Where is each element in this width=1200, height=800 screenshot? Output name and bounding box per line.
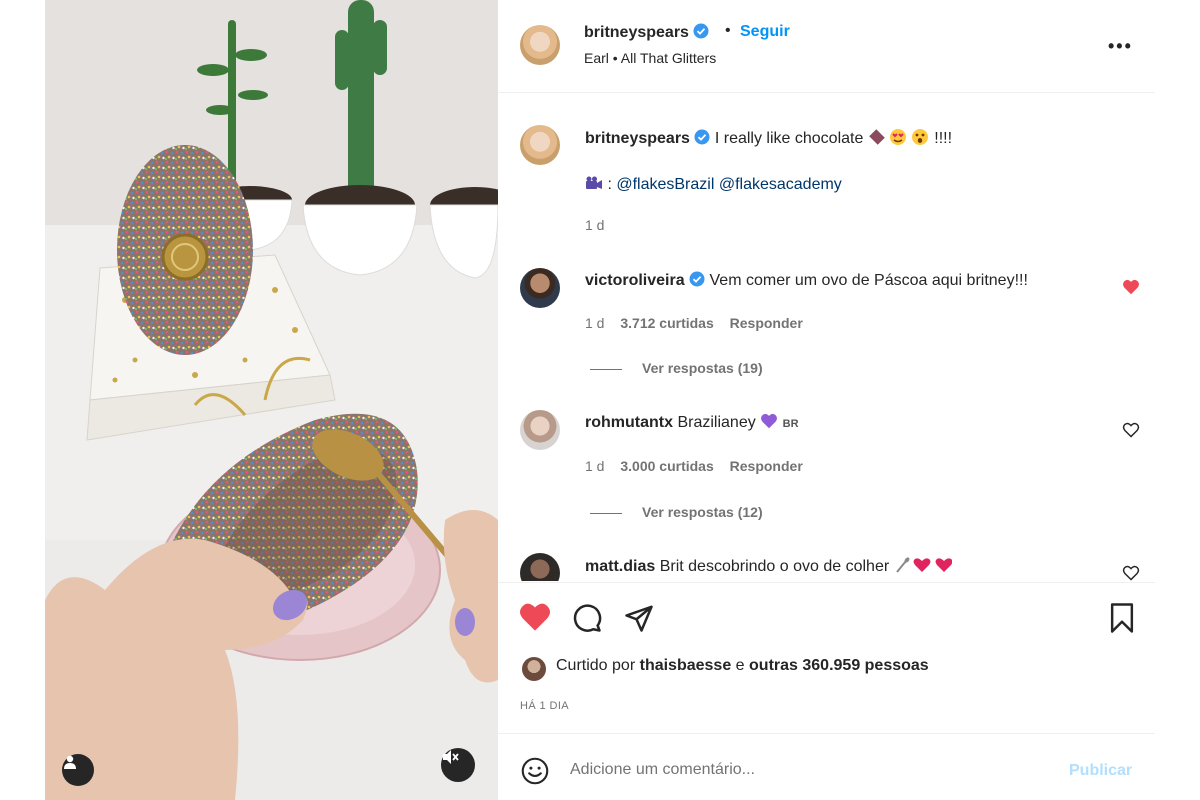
comment-avatar[interactable] — [520, 410, 560, 450]
comment-meta: 1 d 3.000 curtidas Responder — [585, 458, 815, 474]
mute-icon — [443, 750, 459, 764]
comment-time[interactable]: 1 d — [585, 458, 604, 474]
country-badge: BR — [782, 418, 799, 430]
comment-text: Brazilianey — [677, 414, 756, 431]
share-icon[interactable] — [624, 603, 654, 633]
comment: rohmutantx Brazilianey BR — [585, 413, 799, 432]
caption-emojis — [869, 129, 928, 145]
post-details-panel: britneyspears • Seguir Earl • All That G… — [498, 0, 1155, 800]
author-username-text[interactable]: britneyspears — [584, 24, 689, 41]
comment-input[interactable] — [570, 757, 1050, 783]
comment-username[interactable]: rohmutantx — [585, 414, 673, 431]
caption-exclamations: !!!! — [934, 130, 953, 147]
mute-button[interactable] — [441, 748, 475, 782]
replies-divider — [590, 368, 622, 370]
camera-icon — [586, 176, 602, 189]
liker-avatar[interactable] — [522, 657, 546, 681]
view-replies-button[interactable]: Ver respostas (12) — [590, 504, 763, 520]
follow-button[interactable]: Seguir — [740, 23, 790, 41]
caption-username[interactable]: britneyspears — [585, 130, 690, 147]
liked-by-others[interactable]: outras 360.959 pessoas — [749, 657, 929, 674]
view-replies-label[interactable]: Ver respostas (19) — [642, 360, 763, 376]
credits-handles[interactable]: @flakesBrazil @flakesacademy — [616, 176, 841, 193]
heart-icon[interactable] — [1122, 279, 1140, 295]
publish-button[interactable]: Publicar — [1069, 762, 1132, 780]
composer-divider — [498, 733, 1155, 734]
caption: britneyspears I really like chocolate !!… — [585, 128, 952, 148]
liked-by-prefix: Curtido por — [556, 657, 636, 674]
comment-text: Vem comer um ovo de Páscoa aqui britney!… — [709, 272, 1028, 289]
comments-list[interactable]: britneyspears I really like chocolate !!… — [498, 93, 1155, 581]
reply-button[interactable]: Responder — [730, 315, 803, 331]
header-separator: • — [725, 22, 731, 39]
comment: matt.dias Brit descobrindo o ovo de colh… — [585, 556, 953, 576]
comment-likes[interactable]: 3.000 curtidas — [620, 458, 713, 474]
like-heart-icon[interactable] — [518, 602, 552, 632]
caption-text: I really like chocolate — [714, 130, 864, 147]
caption-meta: 1 d — [585, 217, 616, 233]
view-replies-label[interactable]: Ver respostas (12) — [642, 504, 763, 520]
view-replies-button[interactable]: Ver respostas (19) — [590, 360, 763, 376]
verified-icon — [694, 129, 710, 145]
purple-heart-icon — [761, 413, 778, 429]
caption-time[interactable]: 1 d — [585, 217, 604, 233]
reply-button[interactable]: Responder — [730, 458, 803, 474]
credits-prefix: : — [607, 176, 617, 193]
caption-credits: : @flakesBrazil @flakesacademy — [585, 176, 842, 194]
comment-avatar[interactable] — [520, 268, 560, 308]
bookmark-icon[interactable] — [1108, 602, 1136, 634]
comment-username[interactable]: victoroliveira — [585, 272, 685, 289]
comment-avatar[interactable] — [520, 553, 560, 581]
tagged-users-button[interactable] — [62, 754, 94, 786]
comment-text: Brit descobrindo o ovo de colher — [659, 558, 890, 575]
liked-by-middle: e — [735, 657, 745, 674]
verified-icon — [693, 23, 709, 39]
liked-by[interactable]: Curtido por thaisbaesse e outras 360.959… — [556, 657, 929, 675]
comment-icon[interactable] — [572, 603, 602, 633]
comment-username[interactable]: matt.dias — [585, 558, 655, 575]
heart-icon[interactable] — [1122, 422, 1140, 438]
author-username[interactable]: britneyspears — [584, 23, 709, 42]
comment: victoroliveira Vem comer um ovo de Pásco… — [585, 271, 1028, 290]
more-options-button[interactable]: ••• — [1108, 36, 1133, 57]
comment-emojis — [895, 557, 953, 573]
comment-likes[interactable]: 3.712 curtidas — [620, 315, 713, 331]
audio-track[interactable]: Earl • All That Glitters — [584, 50, 716, 66]
post-media[interactable] — [45, 0, 498, 800]
heart-icon[interactable] — [1122, 565, 1140, 581]
post-video-frame — [45, 0, 498, 800]
user-tag-icon — [64, 755, 76, 769]
replies-divider — [590, 512, 622, 514]
actions-divider — [498, 582, 1155, 583]
post-timestamp[interactable]: HÁ 1 DIA — [520, 700, 569, 712]
comment-meta: 1 d 3.712 curtidas Responder — [585, 315, 815, 331]
liked-by-user[interactable]: thaisbaesse — [640, 657, 732, 674]
verified-icon — [689, 271, 705, 287]
author-avatar[interactable] — [520, 25, 560, 65]
caption-avatar[interactable] — [520, 125, 560, 165]
emoji-icon[interactable] — [521, 757, 549, 785]
comment-time[interactable]: 1 d — [585, 315, 604, 331]
